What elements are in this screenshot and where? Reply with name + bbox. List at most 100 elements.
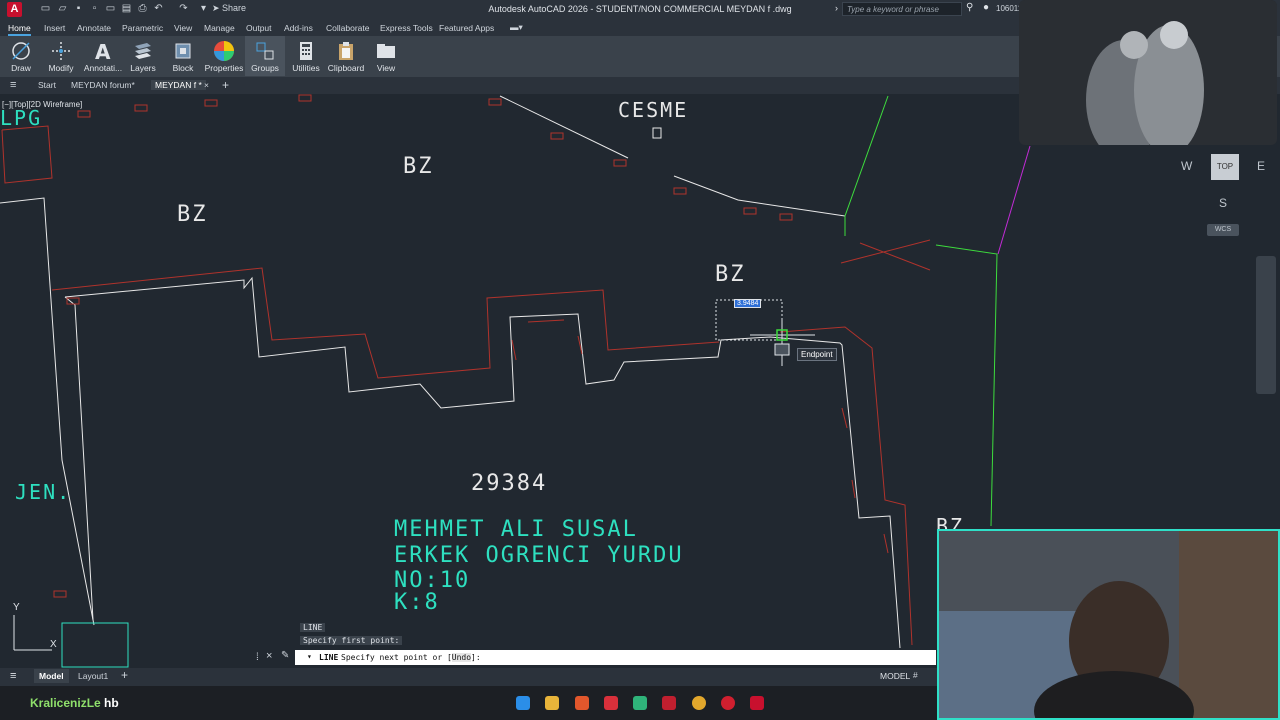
annotation-button[interactable]: A Annotati...	[83, 36, 123, 76]
tab-meydan-f[interactable]: MEYDAN f *	[151, 80, 206, 90]
viewcube[interactable]: TOP W E S WCS	[1175, 150, 1275, 240]
hamburger-menu-icon[interactable]: ≡	[10, 79, 16, 91]
view-button[interactable]: View	[366, 36, 406, 76]
compass-west[interactable]: W	[1181, 159, 1192, 173]
draw-icon	[12, 42, 30, 60]
add-layout-icon[interactable]: +	[121, 668, 128, 682]
lpg-label: LPG	[0, 106, 43, 130]
bz-label-1: BZ	[403, 154, 434, 179]
owner-name-text: MEHMET ALI SUSAL	[394, 517, 638, 542]
command-chevron-icon[interactable]: ▾	[307, 652, 312, 661]
annotation-label: Annotati...	[83, 63, 123, 73]
layers-icon	[135, 43, 151, 59]
viewport-controls[interactable]: [−][Top][2D Wireframe]	[2, 100, 82, 109]
undo-option[interactable]: Undo	[451, 653, 472, 662]
navigation-bar[interactable]	[1256, 256, 1276, 394]
tab-output[interactable]: Output	[246, 23, 272, 33]
svg-text:A: A	[95, 40, 111, 62]
dynamic-input-field[interactable]: 3.9484	[734, 299, 762, 308]
user-icon[interactable]: ●	[983, 2, 989, 13]
layout-menu-icon[interactable]: ≡	[10, 670, 16, 682]
tab-featured-apps[interactable]: Featured Apps	[439, 23, 494, 33]
windows-start-icon[interactable]	[516, 696, 530, 710]
close-tab-icon[interactable]: ×	[204, 80, 209, 90]
view-icon	[377, 44, 395, 58]
text-icon: A	[95, 40, 111, 62]
wcs-menu[interactable]: WCS	[1207, 224, 1239, 236]
properties-label: Properties	[204, 63, 244, 73]
app-green-icon[interactable]	[633, 696, 647, 710]
command-prompt: Specify next point or [Undo]:	[341, 653, 481, 662]
tab-express-tools[interactable]: Express Tools	[380, 23, 433, 33]
tab-insert[interactable]: Insert	[44, 23, 65, 33]
command-history-line1: LINE	[300, 623, 326, 632]
brave-browser-icon[interactable]	[575, 696, 589, 710]
ribbon-options-icon[interactable]: ▬▾	[510, 22, 523, 33]
utilities-label: Utilities	[292, 63, 320, 73]
modify-button[interactable]: Modify	[41, 36, 81, 76]
groups-icon	[256, 42, 274, 60]
tab-model[interactable]: Model	[34, 669, 69, 683]
customize-wrench-icon[interactable]: ✎	[281, 650, 289, 661]
video-figures-image	[1019, 0, 1277, 145]
view-label: View	[376, 63, 396, 73]
tab-annotate[interactable]: Annotate	[77, 23, 111, 33]
viewcube-top-face[interactable]: TOP	[1211, 154, 1239, 180]
tab-parametric[interactable]: Parametric	[122, 23, 163, 33]
acrobat-icon[interactable]	[662, 696, 676, 710]
block-icon	[175, 43, 191, 59]
compass-east[interactable]: E	[1257, 159, 1265, 173]
cesme-label: CESME	[618, 98, 689, 122]
webcam-person-image	[939, 531, 1278, 718]
file-explorer-icon[interactable]	[545, 696, 559, 710]
app-lightning-icon[interactable]	[604, 696, 618, 710]
model-space-indicator[interactable]: MODEL	[880, 671, 910, 681]
groups-button[interactable]: Groups	[245, 36, 285, 76]
draw-button[interactable]: Draw	[1, 36, 41, 76]
building-name-text: ERKEK OGRENCI YURDU	[394, 543, 684, 568]
tab-collaborate[interactable]: Collaborate	[326, 23, 369, 33]
draw-label: Draw	[11, 63, 31, 73]
clipboard-icon	[339, 42, 353, 60]
layers-label: Layers	[130, 63, 156, 73]
layers-button[interactable]: Layers	[123, 36, 163, 76]
jen-label: JEN.	[15, 480, 72, 504]
tab-start[interactable]: Start	[38, 80, 56, 90]
streamer-tag: hb	[104, 696, 119, 710]
tab-manage[interactable]: Manage	[204, 23, 235, 33]
webcam-overlay	[937, 529, 1280, 720]
command-prompt-end: ]:	[471, 653, 481, 662]
command-input[interactable]: ▾ LINE Specify next point or [Undo]:	[295, 650, 936, 665]
tab-add-ins[interactable]: Add-ins	[284, 23, 313, 33]
block-button[interactable]: Block	[163, 36, 203, 76]
grid-icon[interactable]: #	[913, 670, 918, 680]
drag-handle-icon[interactable]: ⁞	[256, 652, 259, 663]
search-input[interactable]: Type a keyword or phrase	[842, 2, 962, 16]
compass-south[interactable]: S	[1219, 196, 1227, 210]
properties-button[interactable]: Properties	[204, 36, 244, 76]
streamer-name: KralicenizLe	[30, 696, 101, 710]
autocad-taskbar-icon[interactable]	[750, 696, 764, 710]
search-icon[interactable]: ⚲	[966, 2, 973, 13]
command-history-line2: Specify first point:	[300, 636, 403, 645]
bz-label-3: BZ	[715, 262, 746, 287]
close-command-icon[interactable]: ×	[266, 650, 272, 662]
block-label: Block	[172, 63, 194, 73]
chevron-right-icon[interactable]: ›	[835, 3, 838, 13]
calculator-icon	[300, 42, 312, 60]
new-tab-icon[interactable]: +	[222, 78, 229, 92]
tab-layout1[interactable]: Layout1	[78, 671, 108, 681]
tab-home[interactable]: Home	[8, 23, 31, 36]
tab-meydan-forum[interactable]: MEYDAN forum*	[71, 80, 135, 90]
opera-icon[interactable]	[721, 696, 735, 710]
endpoint-snap-tooltip: Endpoint	[797, 348, 837, 361]
chrome-icon[interactable]	[692, 696, 706, 710]
clipboard-label: Clipboard	[327, 63, 365, 73]
modify-label: Modify	[48, 63, 74, 73]
groups-label: Groups	[251, 63, 279, 73]
command-prompt-text: Specify next point or [	[341, 653, 452, 662]
utilities-button[interactable]: Utilities	[286, 36, 326, 76]
streamer-overlay: KralicenizLe hb	[30, 696, 119, 710]
clipboard-button[interactable]: Clipboard	[326, 36, 366, 76]
tab-view[interactable]: View	[174, 23, 192, 33]
